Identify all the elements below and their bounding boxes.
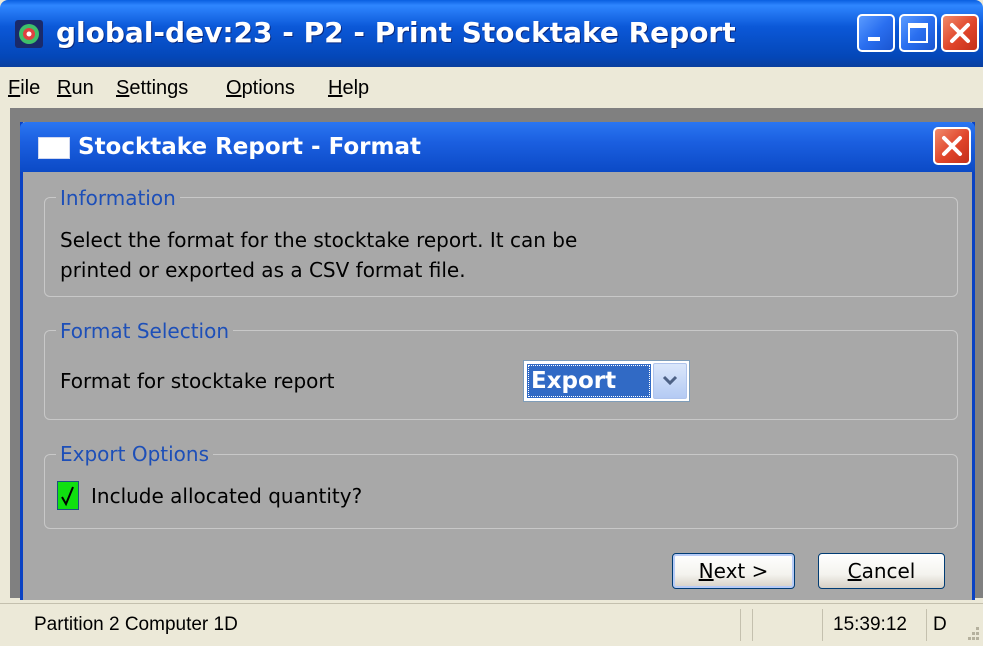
window-titlebar[interactable]: global-dev:23 - P2 - Print Stocktake Rep… — [0, 0, 983, 67]
resize-grip-icon[interactable] — [961, 624, 981, 644]
menu-bar: File Run Settings Options Help — [0, 67, 983, 107]
status-time: 15:39:12 — [822, 609, 926, 641]
status-mode: D — [926, 609, 956, 641]
menu-settings[interactable]: Settings — [116, 75, 188, 101]
minimize-button[interactable] — [857, 14, 895, 52]
format-select-dropdown-button[interactable] — [653, 363, 687, 399]
format-select-value: Export — [527, 364, 651, 398]
minimize-icon — [868, 37, 880, 41]
format-selection-group-label: Format Selection — [56, 318, 234, 344]
menu-run-label: un — [71, 77, 94, 99]
format-field-label: Format for stocktake report — [60, 369, 335, 393]
menu-run[interactable]: Run — [57, 75, 94, 101]
cancel-button-mnemonic: C — [847, 559, 862, 583]
information-text-line2: printed or exported as a CSV format file… — [60, 258, 466, 282]
menu-help[interactable]: Help — [328, 75, 369, 101]
include-allocated-label[interactable]: Include allocated quantity? — [91, 481, 362, 511]
application-window: global-dev:23 - P2 - Print Stocktake Rep… — [0, 0, 983, 646]
dialog-close-button[interactable] — [933, 127, 971, 165]
menu-settings-label: ettings — [129, 77, 189, 99]
checkmark-icon — [61, 486, 74, 507]
window-title: global-dev:23 - P2 - Print Stocktake Rep… — [56, 16, 736, 49]
menu-options-label: ptions — [241, 77, 295, 99]
menu-help-label: elp — [342, 77, 370, 99]
maximize-button[interactable] — [899, 14, 937, 52]
menu-file[interactable]: File — [8, 75, 40, 101]
next-button[interactable]: Next > — [672, 553, 795, 589]
maximize-icon — [908, 23, 928, 43]
cancel-button[interactable]: Cancel — [818, 553, 945, 589]
status-bar: Partition 2 Computer 1D 15:39:12 D — [0, 603, 983, 646]
menu-options[interactable]: Options — [226, 75, 295, 101]
dialog-window-icon — [38, 137, 70, 159]
status-empty-cell-1 — [740, 609, 752, 641]
format-select[interactable]: Export — [523, 360, 690, 402]
include-allocated-checkbox[interactable] — [57, 481, 79, 510]
menu-run-mnemonic: R — [57, 77, 72, 99]
menu-file-label: ile — [20, 77, 41, 99]
menu-help-mnemonic: H — [328, 77, 343, 99]
information-text-line1: Select the format for the stocktake repo… — [60, 228, 578, 252]
next-button-label: ext > — [713, 559, 769, 583]
next-button-mnemonic: N — [698, 559, 714, 583]
information-group-label: Information — [56, 185, 180, 211]
status-partition: Partition 2 Computer 1D — [34, 614, 238, 635]
chevron-down-icon — [662, 375, 678, 386]
close-icon — [942, 136, 962, 156]
menu-options-mnemonic: O — [226, 77, 242, 99]
menu-file-mnemonic: F — [8, 77, 21, 99]
export-options-group-label: Export Options — [56, 441, 213, 467]
app-icon — [15, 20, 43, 48]
dialog-title: Stocktake Report - Format — [78, 134, 421, 160]
menu-settings-mnemonic: S — [116, 77, 130, 99]
close-icon — [950, 23, 970, 43]
cancel-button-label: ancel — [861, 559, 916, 583]
status-empty-cell-2 — [752, 609, 764, 641]
close-button[interactable] — [941, 14, 979, 52]
